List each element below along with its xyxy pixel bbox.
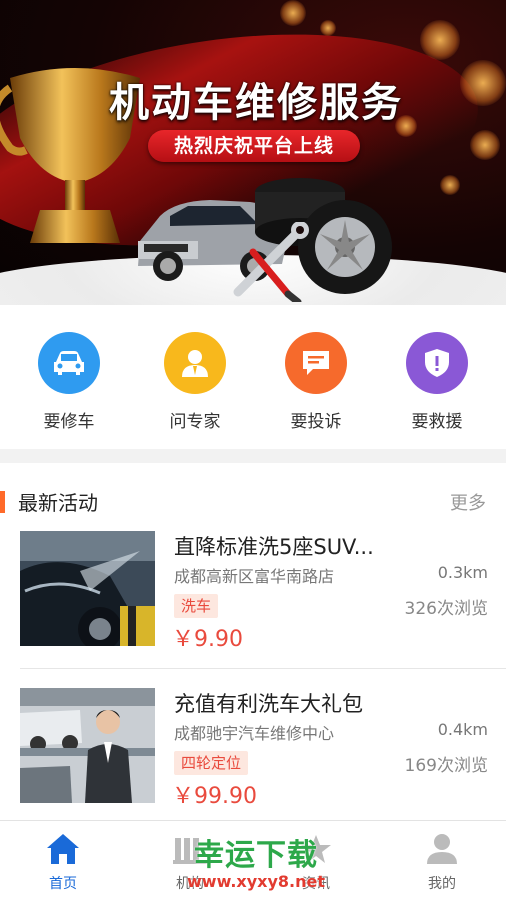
rescue-shield-icon <box>406 332 468 394</box>
latest-activities: 最新活动 更多 直降标准洗5座SUV... 成都高新区富华南路店 0.3km 洗… <box>0 463 506 820</box>
quick-label: 要投诉 <box>290 412 342 432</box>
quick-label: 问专家 <box>169 412 221 432</box>
tab-home[interactable]: 首页 <box>13 831 113 893</box>
expert-icon <box>164 332 226 394</box>
bokeh-light <box>320 20 336 36</box>
bokeh-light <box>470 130 500 160</box>
promo-banner[interactable]: 机动车维修服务 热烈庆祝平台上线 <box>0 0 506 305</box>
tab-label: 首页 <box>49 876 77 892</box>
quick-item-rescue[interactable]: 要救援 <box>387 332 487 432</box>
banner-subtitle: 热烈庆祝平台上线 <box>148 130 360 162</box>
section-header: 最新活动 更多 <box>0 481 506 521</box>
activity-views: 169次浏览 <box>404 756 488 776</box>
bokeh-light <box>440 175 460 195</box>
card-divider <box>20 668 506 669</box>
complaint-icon <box>285 332 347 394</box>
activity-card[interactable]: 充值有利洗车大礼包 成都驰宇汽车维修中心 0.4km 四轮定位 169次浏览 ￥… <box>0 688 506 820</box>
tab-label: 机构 <box>176 876 204 892</box>
activity-price: ￥9.90 <box>172 627 243 652</box>
bottom-tab-bar: 首页 机构 资讯 我的 <box>0 820 506 900</box>
quick-item-complaint[interactable]: 要投诉 <box>266 332 366 432</box>
more-link[interactable]: 更多 <box>450 489 486 515</box>
home-icon <box>13 831 113 867</box>
activity-tag: 四轮定位 <box>174 751 249 775</box>
activity-address: 成都高新区富华南路店 <box>174 567 335 586</box>
section-accent-bar <box>0 491 5 513</box>
activity-tag: 洗车 <box>174 594 219 618</box>
car-icon <box>38 332 100 394</box>
banner-title: 机动车维修服务 <box>109 80 403 126</box>
tab-label: 资讯 <box>302 876 330 892</box>
activity-distance: 0.3km <box>437 563 488 582</box>
activity-thumbnail <box>20 688 155 803</box>
news-icon <box>266 831 366 867</box>
activity-title: 直降标准洗5座SUV... <box>174 535 374 559</box>
activity-title: 充值有利洗车大礼包 <box>174 692 363 716</box>
quick-label: 要修车 <box>43 412 95 432</box>
institution-icon <box>140 831 240 867</box>
bokeh-light <box>420 20 460 60</box>
activity-price: ￥99.90 <box>172 784 257 809</box>
bokeh-light <box>280 0 306 26</box>
tab-label: 我的 <box>428 876 456 892</box>
quick-item-expert[interactable]: 问专家 <box>145 332 245 432</box>
section-title: 最新活动 <box>18 491 98 515</box>
activity-thumbnail <box>20 531 155 646</box>
activity-views: 326次浏览 <box>404 599 488 619</box>
tab-institution[interactable]: 机构 <box>140 831 240 893</box>
activity-distance: 0.4km <box>437 720 488 739</box>
quick-label: 要救援 <box>411 412 463 432</box>
quick-menu: 要修车 问专家 要投诉 要救援 <box>0 305 506 449</box>
tab-profile[interactable]: 我的 <box>392 831 492 893</box>
activity-card[interactable]: 直降标准洗5座SUV... 成都高新区富华南路店 0.3km 洗车 326次浏览… <box>0 531 506 671</box>
profile-icon <box>392 831 492 867</box>
quick-item-repair[interactable]: 要修车 <box>19 332 119 432</box>
activity-address: 成都驰宇汽车维修中心 <box>174 724 335 743</box>
tab-news[interactable]: 资讯 <box>266 831 366 893</box>
wrench-icon <box>233 222 309 302</box>
